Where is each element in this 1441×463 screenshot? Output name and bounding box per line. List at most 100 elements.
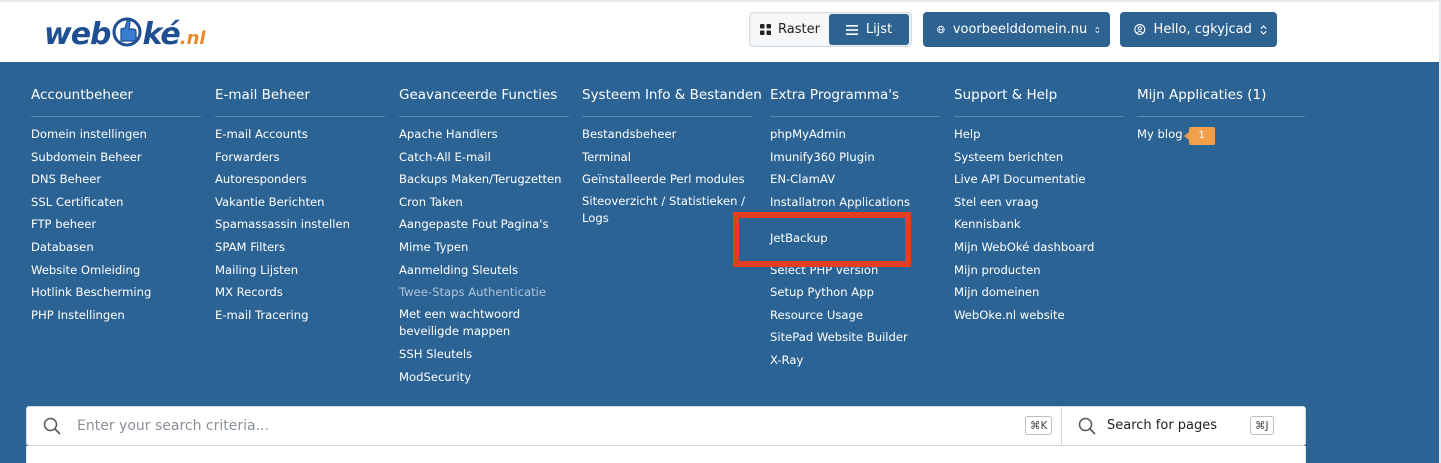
list-icon <box>845 24 858 35</box>
column-divider <box>1137 116 1305 117</box>
search-icon <box>1078 417 1096 435</box>
menu-item[interactable]: Mailing Lijsten <box>215 261 395 279</box>
menu-item-disabled[interactable]: Twee-Staps Authenticatie <box>399 283 579 301</box>
highlight-box <box>733 212 911 267</box>
menu-column-mijn-applicaties: Mijn Applicaties (1) My blog 1 <box>1137 87 1305 145</box>
list-view-button[interactable]: Lijst <box>829 14 909 45</box>
count-badge: 1 <box>1183 127 1215 145</box>
menu-item[interactable]: Aanmelding Sleutels <box>399 261 579 279</box>
menu-item[interactable]: Siteoverzicht / Statistieken / Logs <box>582 193 752 228</box>
page-search-button[interactable]: Search for pages ⌘J <box>1061 407 1305 445</box>
menu-item[interactable]: E-mail Accounts <box>215 125 395 143</box>
logo-text-web: web <box>44 17 112 52</box>
search-bar: ⌘K Search for pages ⌘J <box>26 406 1306 446</box>
menu-item[interactable]: Spamassassin instellen <box>215 215 395 233</box>
column-divider <box>582 116 752 117</box>
app-item-label: My blog <box>1137 127 1183 141</box>
menu-item[interactable]: Live API Documentatie <box>954 170 1134 188</box>
top-border <box>0 0 1441 2</box>
menu-item[interactable]: Domein instellingen <box>31 125 211 143</box>
thumbs-up-logo-icon <box>112 14 142 48</box>
menu-item[interactable]: phpMyAdmin <box>770 125 950 143</box>
logo-text-ke: ké <box>142 17 181 52</box>
menu-item[interactable]: E-mail Tracering <box>215 306 395 324</box>
menu-item[interactable]: Setup Python App <box>770 283 950 301</box>
globe-icon <box>937 25 945 34</box>
menu-item[interactable]: Autoresponders <box>215 170 395 188</box>
menu-item[interactable]: SSH Sleutels <box>399 345 579 363</box>
menu-item[interactable]: DNS Beheer <box>31 170 211 188</box>
grid-view-label: Raster <box>778 22 820 37</box>
menu-item[interactable]: Stel een vraag <box>954 193 1134 211</box>
search-input[interactable] <box>77 416 977 436</box>
menu-column-title: Support & Help <box>954 87 1058 103</box>
logo-text-tld: .nl <box>179 28 206 49</box>
column-divider <box>215 116 385 117</box>
grid-icon <box>760 24 772 35</box>
page-search-shortcut-hint: ⌘J <box>1250 416 1274 435</box>
menu-item[interactable]: Hotlink Bescherming <box>31 283 211 301</box>
user-menu-button[interactable]: Hello, cgkyjcad <box>1120 12 1277 47</box>
menu-item[interactable]: Apache Handlers <box>399 125 579 143</box>
menu-item[interactable]: Cron Taken <box>399 193 579 211</box>
menu-item[interactable]: X-Ray <box>770 351 950 369</box>
menu-item[interactable]: Subdomein Beheer <box>31 148 211 166</box>
menu-item[interactable]: PHP Instellingen <box>31 306 211 324</box>
menu-item[interactable]: Help <box>954 125 1134 143</box>
search-icon <box>43 417 61 435</box>
menu-item[interactable]: SitePad Website Builder <box>770 328 950 346</box>
column-divider <box>770 116 940 117</box>
app-item-my-blog[interactable]: My blog 1 <box>1137 125 1317 145</box>
user-icon <box>1134 24 1146 35</box>
menu-item[interactable]: MX Records <box>215 283 395 301</box>
menu-item[interactable]: EN-ClamAV <box>770 170 950 188</box>
menu-column-title: Mijn Applicaties (1) <box>1137 87 1267 103</box>
menu-item[interactable]: Mijn domeinen <box>954 283 1134 301</box>
menu-item[interactable]: Catch-All E-mail <box>399 148 579 166</box>
menu-item[interactable]: SSL Certificaten <box>31 193 211 211</box>
menu-column-title: E-mail Beheer <box>215 87 310 103</box>
menu-item[interactable]: ModSecurity <box>399 368 579 386</box>
menu-column-title: Geavanceerde Functies <box>399 87 558 103</box>
menu-column-title: Systeem Info & Bestanden <box>582 87 762 103</box>
menu-item[interactable]: Forwarders <box>215 148 395 166</box>
menu-item[interactable]: Systeem berichten <box>954 148 1134 166</box>
menu-item[interactable]: Mime Typen <box>399 238 579 256</box>
menu-item[interactable]: Resource Usage <box>770 306 950 324</box>
menu-item[interactable]: Databasen <box>31 238 211 256</box>
top-bar: web ké .nl Raster Lijst voorbeelddomein.… <box>0 0 1441 62</box>
column-divider <box>954 116 1124 117</box>
column-divider <box>31 116 201 117</box>
menu-column-geavanceerde-functies: Geavanceerde Functies Apache Handlers Ca… <box>399 87 569 384</box>
menu-item[interactable]: Backups Maken/Terugzetten <box>399 170 579 188</box>
menu-item[interactable]: Aangepaste Fout Pagina's <box>399 215 579 233</box>
menu-item[interactable]: Website Omleiding <box>31 261 211 279</box>
grid-view-button[interactable]: Raster <box>751 14 829 45</box>
search-section: ⌘K <box>27 407 1061 445</box>
chevron-updown-icon <box>1095 26 1100 33</box>
menu-item[interactable]: Vakantie Berichten <box>215 193 395 211</box>
content-area <box>26 446 1306 463</box>
user-label: Hello, cgkyjcad <box>1153 22 1252 37</box>
menu-item[interactable]: Mijn producten <box>954 261 1134 279</box>
menu-item[interactable]: Kennisbank <box>954 215 1134 233</box>
list-view-label: Lijst <box>865 22 893 37</box>
menu-column-accountbeheer: Accountbeheer Domein instellingen Subdom… <box>31 87 201 322</box>
page-search-label: Search for pages <box>1107 418 1218 433</box>
domain-selector[interactable]: voorbeelddomein.nu <box>923 12 1110 47</box>
menu-item[interactable]: Mijn WebOké dashboard <box>954 238 1134 256</box>
menu-item[interactable]: Imunify360 Plugin <box>770 148 950 166</box>
menu-item[interactable]: Bestandsbeheer <box>582 125 762 143</box>
menu-item[interactable]: FTP beheer <box>31 215 211 233</box>
menu-column-title: Extra Programma's <box>770 87 900 103</box>
weboke-logo[interactable]: web ké .nl <box>44 10 206 52</box>
menu-item[interactable]: WebOke.nl website <box>954 306 1134 324</box>
menu-item[interactable]: Geïnstalleerde Perl modules <box>582 170 762 188</box>
menu-item[interactable]: SPAM Filters <box>215 238 395 256</box>
chevron-updown-icon <box>1260 24 1267 35</box>
view-toggle: Raster Lijst <box>749 12 912 47</box>
column-divider <box>399 116 569 117</box>
menu-item[interactable]: Terminal <box>582 148 762 166</box>
menu-item[interactable]: Installatron Applications <box>770 193 950 211</box>
menu-item[interactable]: Met een wachtwoord beveiligde mappen <box>399 306 534 341</box>
